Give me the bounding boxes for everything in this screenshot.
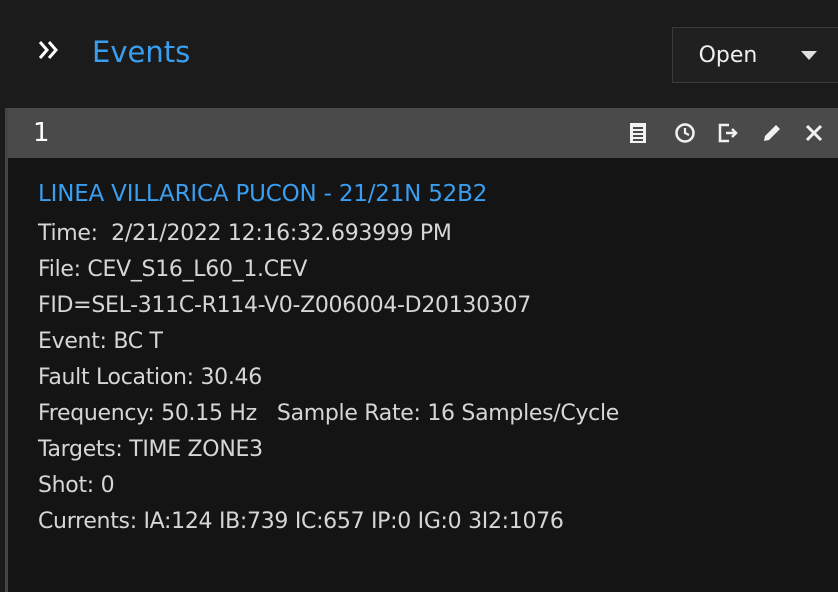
close-icon[interactable] [801,120,827,146]
event-card[interactable]: 1 LINEA VILLARICA PUCON - 21/21N 52B2 Ti… [5,108,838,592]
open-button[interactable]: Open [672,27,784,83]
event-number: 1 [33,118,50,148]
event-frequency: Frequency: 50.15 Hz Sample Rate: 16 Samp… [38,401,620,426]
export-icon[interactable] [715,120,741,146]
event-fault-location: Fault Location: 30.46 [38,365,262,390]
panel-title: Events [92,35,191,69]
event-shot: Shot: 0 [38,473,115,498]
event-type: Event: BC T [38,329,163,354]
open-dropdown-button[interactable] [783,27,838,83]
event-time: Time: 2/21/2022 12:16:32.693999 PM [38,221,452,246]
event-card-header: 1 [8,108,838,158]
event-details: LINEA VILLARICA PUCON - 21/21N 52B2 Time… [38,174,828,540]
double-chevron-right-icon[interactable] [36,37,62,63]
caret-down-icon [800,51,817,60]
report-icon[interactable] [625,120,651,146]
event-file: File: CEV_S16_L60_1.CEV [38,257,308,282]
event-fid: FID=SEL-311C-R114-V0-Z006004-D20130307 [38,293,531,318]
panel-header: Events Open [0,0,838,104]
event-currents: Currents: IA:124 IB:739 IC:657 IP:0 IG:0… [38,509,564,534]
clock-icon[interactable] [672,120,698,146]
event-name-link[interactable]: LINEA VILLARICA PUCON - 21/21N 52B2 [38,174,828,214]
event-targets: Targets: TIME ZONE3 [38,437,263,462]
events-panel: Events Open 1 LINEA VILLARICA PUCON - 21… [0,0,838,592]
edit-icon[interactable] [759,120,785,146]
